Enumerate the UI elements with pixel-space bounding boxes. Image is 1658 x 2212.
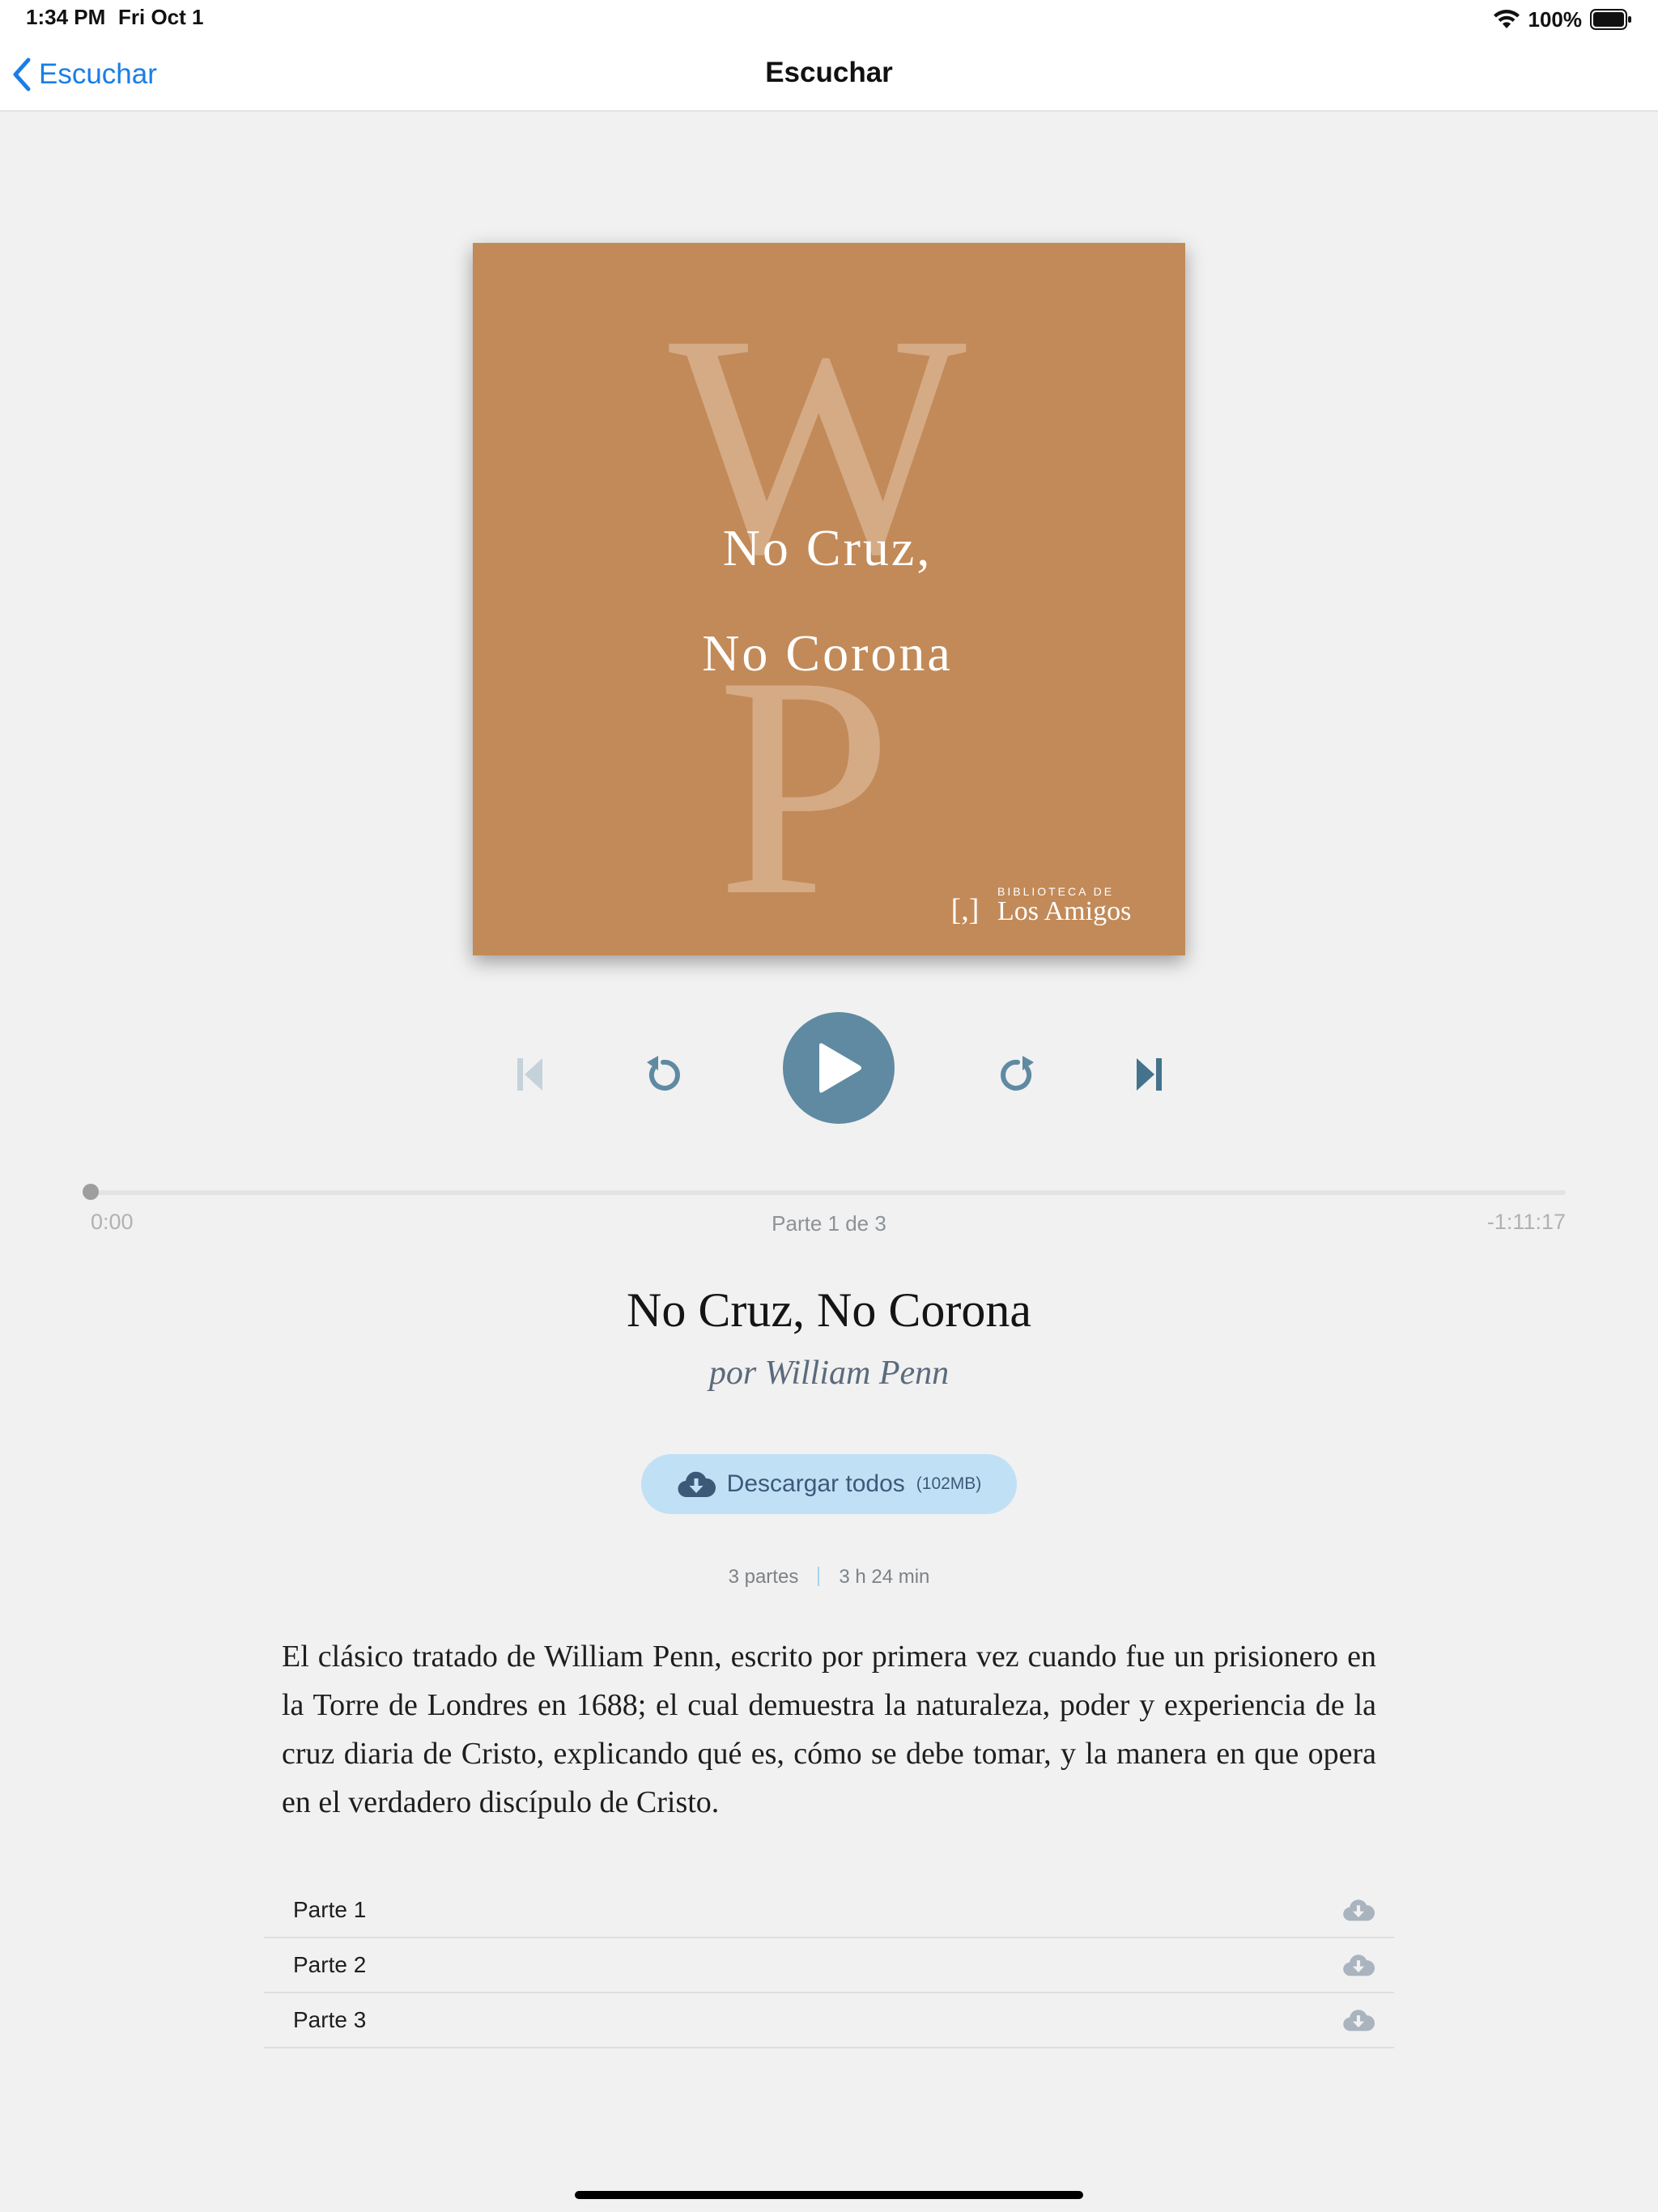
skip-forward-icon: [1137, 1058, 1162, 1091]
remaining-time: -1:11:17: [1486, 1210, 1566, 1234]
part-label: Parte 3: [293, 2007, 367, 2032]
page-title: Escuchar: [765, 57, 893, 88]
cover-title-line2: No Corona: [702, 624, 953, 682]
status-time: 1:34 PM: [26, 5, 106, 29]
previous-part-button[interactable]: [508, 1053, 552, 1096]
play-button[interactable]: [783, 1012, 895, 1124]
part-row[interactable]: Parte 2: [264, 1938, 1394, 1993]
cloud-download-icon[interactable]: [1342, 1953, 1375, 1977]
wifi-icon: [1493, 10, 1520, 28]
publisher-large: Los Amigos: [997, 896, 1131, 926]
download-all-button[interactable]: Descargar todos (102MB): [641, 1454, 1017, 1514]
cover-title-line1: No Cruz,: [723, 519, 933, 576]
meta-divider: [818, 1567, 820, 1586]
part-row[interactable]: Parte 3: [264, 1993, 1394, 2048]
next-part-button[interactable]: [1127, 1053, 1171, 1096]
progress-knob[interactable]: [83, 1184, 99, 1200]
status-indicators: 100%: [1493, 5, 1633, 34]
part-label: Parte 2: [293, 1952, 367, 1977]
download-all-size: (102MB): [916, 1474, 982, 1493]
cloud-download-icon[interactable]: [1342, 1898, 1375, 1922]
book-title: No Cruz, No Corona: [627, 1283, 1031, 1337]
top-bar: 1:34 PM Fri Oct 1 100% Escuchar Escuchar: [0, 0, 1658, 112]
battery-icon: [1590, 9, 1631, 30]
cover-art: W P No Cruz, No Corona [,] BIBLIOTECA DE…: [473, 243, 1185, 955]
part-indicator: Parte 1 de 3: [772, 1211, 886, 1236]
cloud-download-icon[interactable]: [1342, 2008, 1375, 2032]
rewind-button[interactable]: [640, 1053, 688, 1096]
play-icon: [819, 1043, 861, 1093]
publisher-mark: [,]: [951, 893, 980, 927]
book-description: El clásico tratado de William Penn, escr…: [282, 1640, 1376, 1819]
battery-percent: 100%: [1528, 6, 1583, 32]
part-row[interactable]: Parte 1: [264, 1883, 1394, 1938]
skip-back-icon: [517, 1058, 542, 1091]
playback-controls: [0, 1012, 1658, 1134]
rewind-icon: [647, 1056, 680, 1091]
parts-list: Parte 1 Parte 2 Parte 3: [264, 1883, 1394, 2048]
book-meta: 3 partes 3 h 24 min: [0, 1566, 1658, 1589]
download-all-label: Descargar todos: [726, 1470, 905, 1497]
status-date: Fri Oct 1: [118, 5, 204, 29]
progress-track[interactable]: [89, 1190, 1566, 1195]
cloud-download-icon: [678, 1471, 716, 1498]
book-author: por William Penn: [708, 1355, 950, 1392]
fast-forward-button[interactable]: [993, 1053, 1041, 1096]
total-duration: 3 h 24 min: [839, 1566, 930, 1588]
forward-icon: [1001, 1056, 1034, 1091]
parts-count: 3 partes: [728, 1566, 799, 1588]
part-label: Parte 1: [293, 1897, 367, 1922]
home-indicator[interactable]: [575, 2191, 1083, 2199]
